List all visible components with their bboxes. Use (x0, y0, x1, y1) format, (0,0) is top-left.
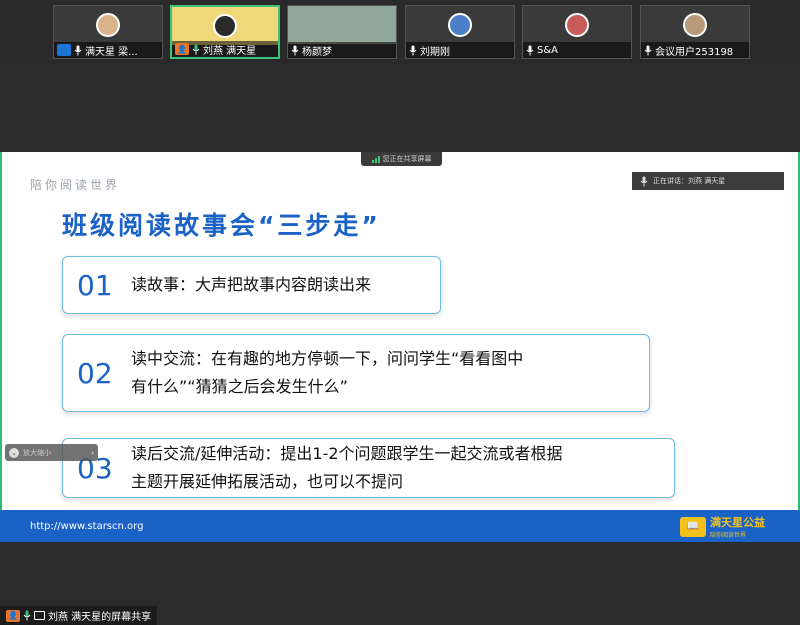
participant-name: 刘燕 满天星 (203, 45, 257, 57)
zoom-label: 放大缩小 (23, 448, 51, 457)
shared-screen: 您正在共享屏幕 陪你阅读世界 正在讲话：刘燕 满天星 班级阅读故事会“三步走” … (0, 152, 800, 542)
brand-logo: 📖 满天星公益 陪你阅读世界 (680, 514, 765, 539)
zoom-control[interactable]: ⌄ 放大缩小 ‹ (5, 444, 98, 461)
share-border-left (0, 152, 2, 542)
mic-icon (291, 45, 299, 56)
screen-share-owner: 👤 刘燕 满天星的屏幕共享 (0, 606, 158, 625)
slide-slogan: 陪你阅读世界 (30, 178, 121, 192)
screen-share-icon (34, 611, 45, 620)
avatar (683, 13, 707, 37)
speaking-label: 正在讲话：刘燕 满天星 (653, 177, 726, 185)
step-card: 03 读后交流/延伸活动：提出1-2个问题跟学生一起交流或者根据 主题开展延伸拓… (62, 438, 675, 498)
logo-name: 满天星公益 (710, 516, 765, 529)
speaking-indicator: 正在讲话：刘燕 满天星 (632, 172, 784, 190)
book-logo-icon: 📖 (680, 516, 706, 537)
avatar (565, 13, 589, 37)
share-status-label: 您正在共享屏幕 (382, 155, 432, 163)
screen-share-label: 刘燕 满天星的屏幕共享 (48, 612, 152, 623)
host-badge-icon: 👤 (57, 44, 71, 56)
mic-icon (192, 44, 200, 55)
slide-footer: http://www.starscn.org 📖 满天星公益 陪你阅读世界 (0, 510, 800, 542)
participant-name: 满天星 梁... (85, 46, 138, 58)
avatar (213, 14, 237, 38)
step-text: 读后交流/延伸活动：提出1-2个问题跟学生一起交流或者根据 主题开展延伸拓展活动… (131, 440, 563, 496)
participant-tile[interactable]: 👤 刘燕 满天星 (170, 5, 280, 59)
mic-icon (644, 45, 652, 56)
step-text: 读中交流：在有趣的地方停顿一下，问问学生“看看图中 有什么”“猜猜之后会发生什么… (131, 345, 523, 401)
step-line: 读后交流/延伸活动：提出1-2个问题跟学生一起交流或者根据 (131, 444, 563, 463)
participant-tile[interactable]: 👤 满天星 梁... (53, 5, 163, 59)
footer-url: http://www.starscn.org (30, 520, 144, 532)
mic-icon (526, 45, 534, 56)
host-badge-icon: 👤 (6, 609, 20, 622)
participant-video (288, 6, 396, 44)
participant-video (54, 6, 162, 44)
participant-tile[interactable]: S&A (522, 5, 632, 59)
participant-name: 杨颜梦 (302, 46, 332, 58)
slide-title: 班级阅读故事会“三步走” (62, 211, 381, 240)
participant-tile[interactable]: 杨颜梦 (287, 5, 397, 59)
participant-tile[interactable]: 会议用户253198 (640, 5, 750, 59)
participant-name: 会议用户253198 (655, 46, 734, 58)
step-number: 01 (77, 268, 113, 302)
host-badge-icon: 👤 (175, 43, 189, 55)
signal-icon (371, 155, 380, 163)
participant-strip: 👤 满天星 梁... 👤 刘燕 满天星 杨颜梦 刘期刚 S&A 会议用户2531… (0, 0, 800, 66)
step-line: 读中交流：在有趣的地方停顿一下，问问学生“看看图中 (131, 349, 524, 368)
share-status-pill[interactable]: 您正在共享屏幕 (361, 152, 442, 166)
step-card: 01 读故事：大声把故事内容朗读出来 (62, 256, 441, 314)
mic-icon (640, 176, 648, 187)
participant-video (406, 6, 514, 44)
mic-icon (23, 610, 31, 621)
participant-name: S&A (537, 44, 558, 56)
participant-name: 刘期刚 (420, 46, 450, 58)
step-text: 读故事：大声把故事内容朗读出来 (131, 271, 371, 299)
participant-video (523, 6, 631, 44)
participant-video (641, 6, 749, 44)
logo-sub: 陪你阅读世界 (710, 532, 747, 539)
participant-tile[interactable]: 刘期刚 (405, 5, 515, 59)
step-line: 读故事：大声把故事内容朗读出来 (131, 275, 372, 294)
chevron-down-icon[interactable]: ⌄ (9, 447, 19, 458)
step-line: 有什么”“猜猜之后会发生什么” (131, 377, 348, 396)
chevron-left-icon[interactable]: ‹ (91, 449, 98, 457)
participant-video (172, 7, 278, 45)
step-number: 02 (77, 356, 113, 390)
step-card: 02 读中交流：在有趣的地方停顿一下，问问学生“看看图中 有什么”“猜猜之后会发… (62, 334, 650, 412)
mic-icon (409, 45, 417, 56)
avatar (96, 13, 120, 37)
mic-icon (74, 45, 82, 56)
step-line: 主题开展延伸拓展活动，也可以不提问 (131, 472, 404, 491)
avatar (448, 13, 472, 37)
